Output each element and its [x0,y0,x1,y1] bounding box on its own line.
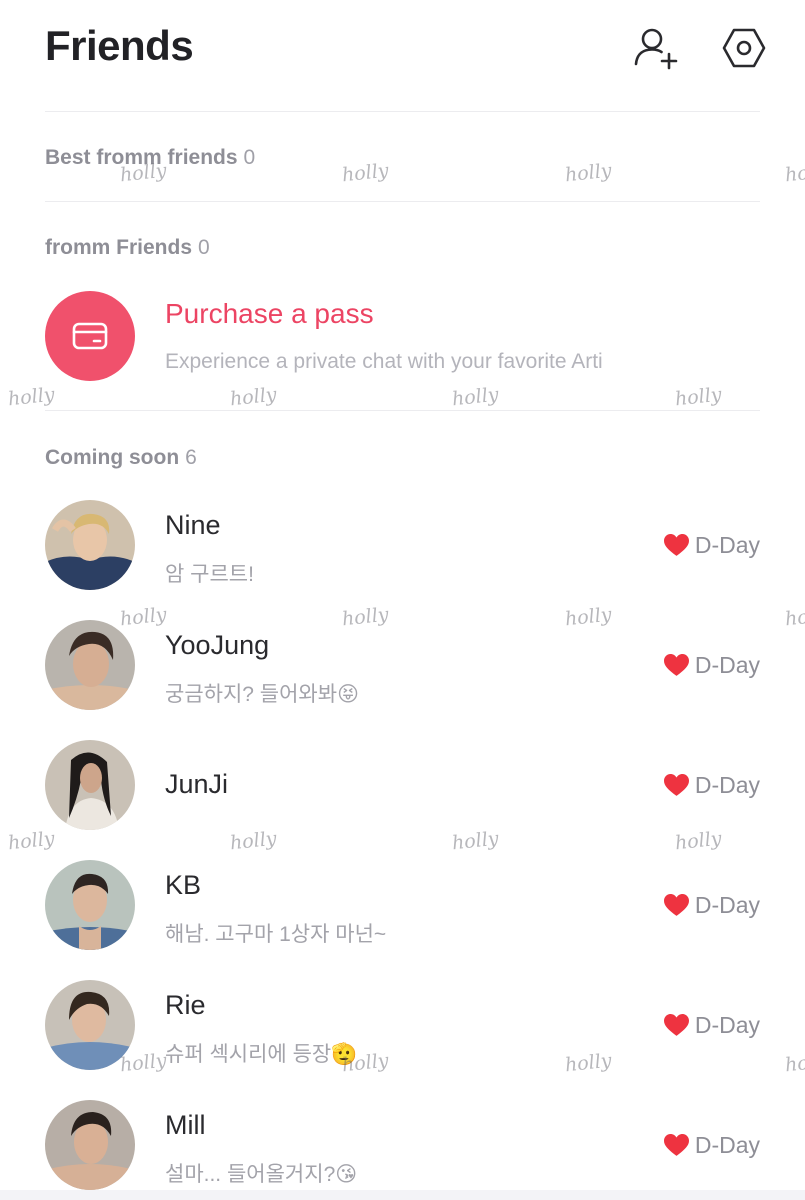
dday-badge: D-Day [663,892,760,919]
section-best-count: 0 [243,146,256,169]
watermark: holly [783,1049,805,1077]
heart-icon [663,534,689,556]
section-fromm-count: 0 [198,236,210,259]
section-coming-count: 6 [185,446,197,469]
heart-icon [663,774,689,796]
dday-label: D-Day [694,892,760,918]
watermark: holly [783,159,805,187]
friend-name: KB [165,870,202,900]
divider [45,111,760,112]
dday-label: D-Day [694,1012,760,1038]
avatar [45,620,135,710]
bottom-bar [0,1190,805,1200]
section-best-label: Best fromm friends [45,146,238,169]
dday-label: D-Day [694,1132,760,1158]
pass-icon-circle [45,291,135,381]
watermark: holly [228,383,278,411]
heart-icon [663,1014,689,1036]
dday-label: D-Day [694,532,760,558]
section-fromm-friends: fromm Friends 0 [45,236,210,260]
card-icon [72,322,108,350]
pass-title: Purchase a pass [165,298,374,329]
add-person-icon [634,28,678,70]
dday-badge: D-Day [663,652,760,679]
avatar [45,740,135,830]
friend-item-rie[interactable]: Rie 슈퍼 섹시리에 등장🫡 D-Day [45,980,760,1072]
divider [45,201,760,202]
dday-label: D-Day [694,652,760,678]
avatar [45,500,135,590]
watermark: holly [783,603,805,631]
dday-badge: D-Day [663,532,760,559]
heart-icon [663,654,689,676]
friend-item-kb[interactable]: KB 해남. 고구마 1상자 마넌~ D-Day [45,860,760,952]
heart-icon [663,894,689,916]
friend-name: Nine [165,510,221,540]
heart-icon [663,1134,689,1156]
friend-item-mill[interactable]: Mill 설마... 들어올거지?😘 D-Day [45,1100,760,1192]
purchase-pass-item[interactable]: Purchase a pass Experience a private cha… [45,290,760,382]
friend-name: Rie [165,990,206,1020]
settings-icon [722,28,766,68]
settings-button[interactable] [720,24,768,72]
friend-name: Mill [165,1110,206,1140]
avatar [45,860,135,950]
dday-label: D-Day [694,772,760,798]
section-fromm-label: fromm Friends [45,236,193,259]
watermark: holly [450,383,500,411]
watermark: holly [563,159,613,187]
friend-status: 해남. 고구마 1상자 마넌~ [165,923,387,946]
watermark: holly [673,383,723,411]
page-title: Friends [45,22,194,69]
dday-badge: D-Day [663,772,760,799]
friend-name: JunJi [165,769,229,799]
divider [45,410,760,411]
friend-status: 궁금하지? 들어와봐😝 [165,683,359,706]
section-coming-soon: Coming soon 6 [45,446,197,470]
add-friend-button[interactable] [632,24,680,72]
avatar [45,980,135,1070]
friend-status: 슈퍼 섹시리에 등장🫡 [165,1043,358,1066]
section-best-friends: Best fromm friends 0 [45,146,255,170]
avatar [45,1100,135,1190]
friend-item-junji[interactable]: JunJi D-Day [45,740,760,832]
friend-item-nine[interactable]: Nine 암 구르트! D-Day [45,500,760,592]
dday-badge: D-Day [663,1132,760,1159]
section-coming-label: Coming soon [45,446,180,469]
header: Friends [0,0,805,112]
friend-name: YooJung [165,630,270,660]
watermark: holly [6,383,56,411]
watermark: holly [340,159,390,187]
friend-status: 설마... 들어올거지?😘 [165,1163,358,1186]
friend-status: 암 구르트! [165,563,254,586]
pass-subtitle: Experience a private chat with your favo… [165,350,603,373]
friend-item-yoojung[interactable]: YooJung 궁금하지? 들어와봐😝 D-Day [45,620,760,712]
dday-badge: D-Day [663,1012,760,1039]
